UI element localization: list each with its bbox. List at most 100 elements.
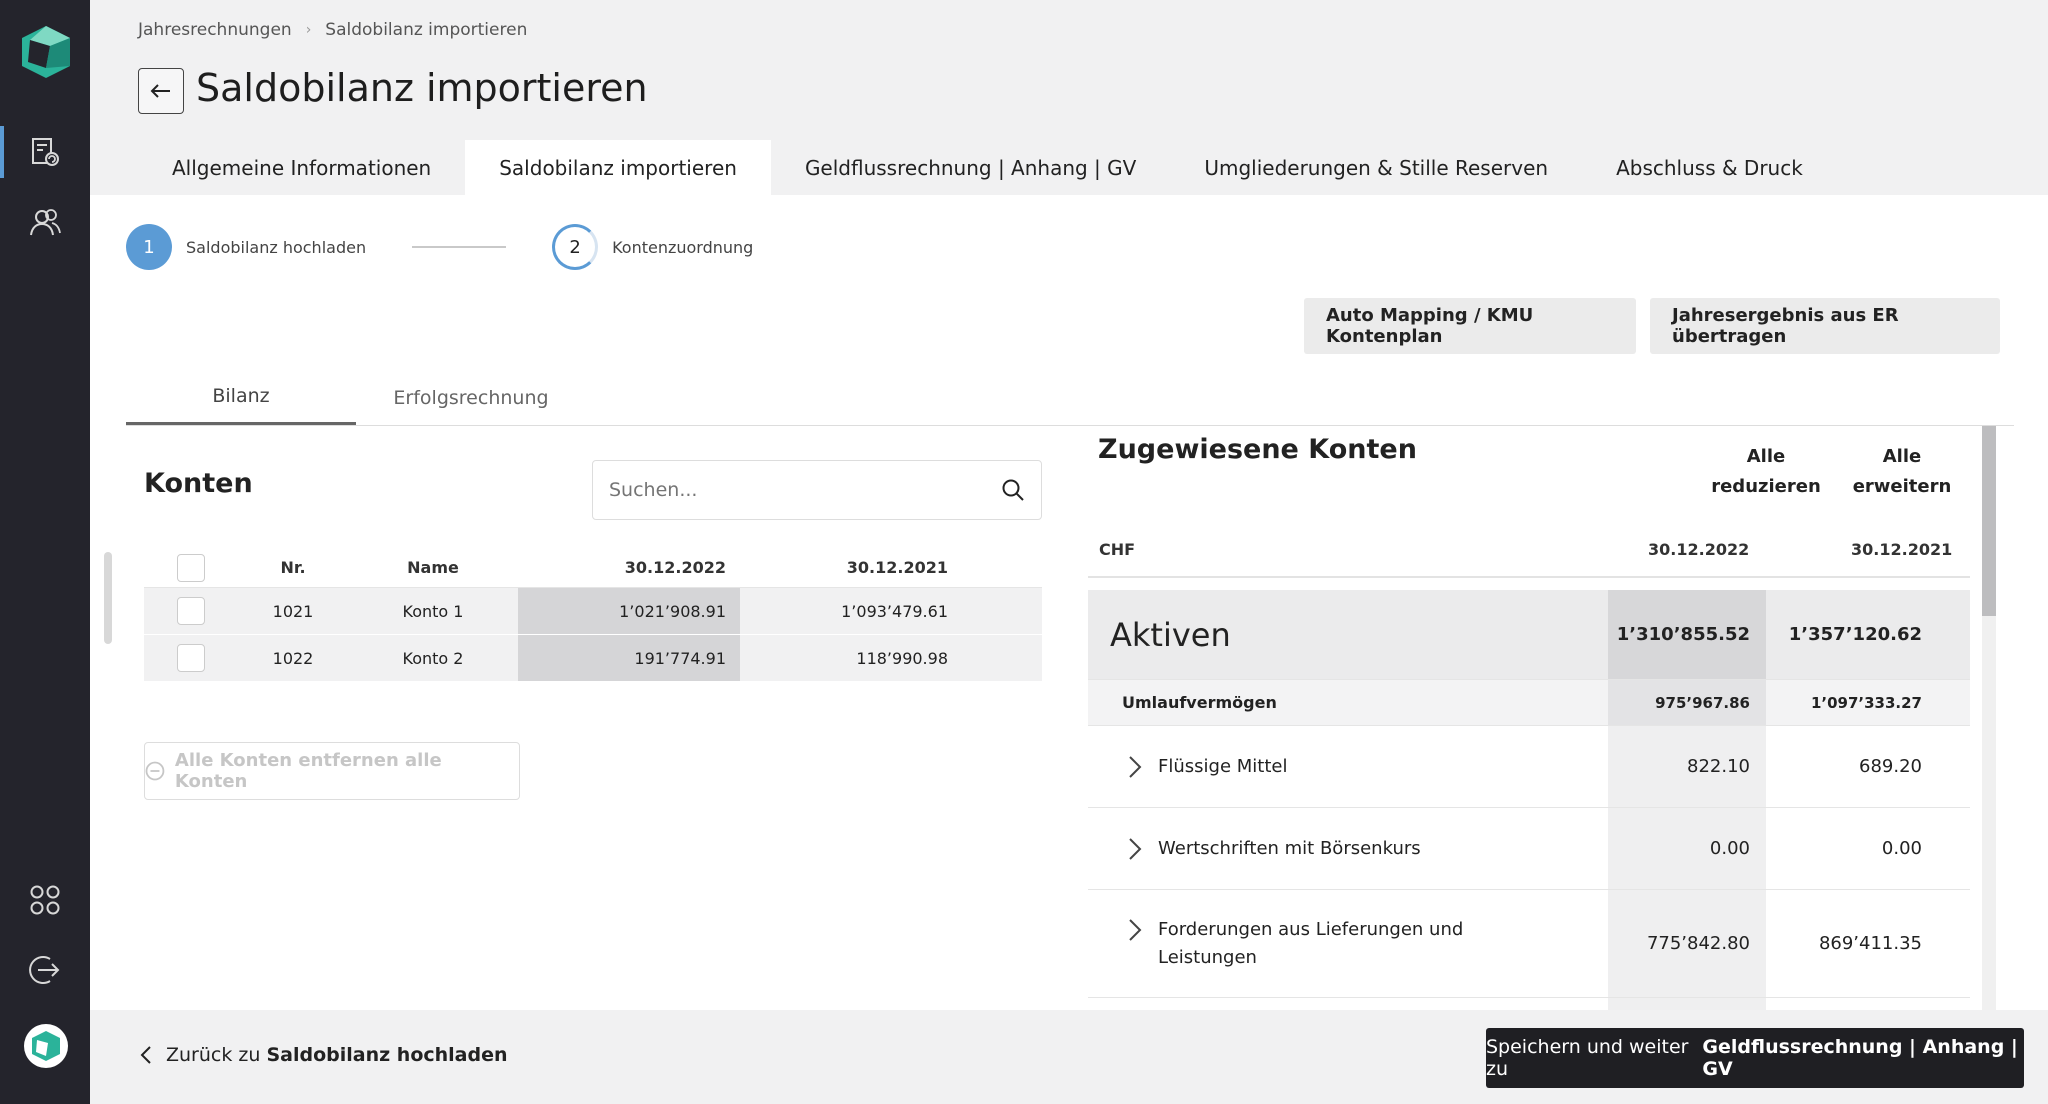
item-2021: 869’411.35 — [1818, 933, 1922, 954]
expand-all-button[interactable]: Alle erweitern — [1852, 442, 1952, 502]
tab-umgliederungen[interactable]: Umgliederungen & Stille Reserven — [1170, 140, 1582, 196]
reports-icon — [32, 138, 59, 166]
right-scrollbar-thumb[interactable] — [1982, 426, 1996, 616]
auto-mapping-button[interactable]: Auto Mapping / KMU Kontenplan — [1304, 298, 1636, 354]
konten-table: Nr. Name 30.12.2022 30.12.2021 1021 Kont… — [144, 548, 1042, 682]
tab-geldflussrechnung[interactable]: Geldflussrechnung | Anhang | GV — [771, 140, 1170, 196]
sidebar-item-logout[interactable] — [0, 938, 90, 1002]
aktiven-row: Aktiven 1’310’855.52 1’357’120.62 — [1088, 590, 1970, 680]
breadcrumb-item-current: Saldobilanz importieren — [325, 20, 528, 40]
chevron-right-icon[interactable] — [1128, 837, 1142, 861]
cell-name: Konto 2 — [402, 648, 464, 668]
list-item — [1088, 998, 1970, 1010]
step-2-label: Kontenzuordnung — [612, 237, 754, 257]
next-prefix: Speichern und weiter zu — [1486, 1036, 1689, 1080]
header-divider — [1088, 576, 1970, 578]
assigned-accounts-list: Aktiven 1’310’855.52 1’357’120.62 Umlauf… — [1088, 590, 1970, 1010]
sub-tabs: Bilanz Erfolgsrechnung — [126, 370, 2014, 426]
sub-tab-erfolgsrechnung[interactable]: Erfolgsrechnung — [356, 370, 586, 425]
cell-2021: 118’990.98 — [856, 648, 948, 668]
list-item[interactable]: Wertschriften mit Börsenkurs 0.00 0.00 — [1088, 808, 1970, 890]
table-row[interactable]: 1022 Konto 2 191’774.91 118’990.98 — [144, 635, 1042, 681]
step-connector — [412, 246, 507, 248]
cell-2022: 191’774.91 — [518, 635, 740, 681]
sidebar-item-users[interactable] — [0, 190, 90, 254]
umlauf-2021: 1’097’333.27 — [1810, 693, 1922, 712]
row-checkbox[interactable] — [177, 644, 205, 672]
umlaufvermoegen-row: Umlaufvermögen 975’967.86 1’097’333.27 — [1088, 680, 1970, 726]
breadcrumb: Jahresrechnungen › Saldobilanz importier… — [138, 20, 527, 40]
item-label: Forderungen aus Lieferungen und Leistung… — [1158, 918, 1464, 968]
search-input[interactable] — [609, 479, 979, 501]
item-2022: 775’842.80 — [1608, 890, 1766, 997]
col-2021-head: 30.12.2021 — [1851, 540, 1953, 559]
remove-all-label: Alle Konten entfernen alle Konten — [174, 750, 442, 792]
back-link-target: Saldobilanz hochladen — [266, 1044, 508, 1066]
logout-icon — [29, 956, 60, 984]
avatar[interactable] — [24, 1024, 68, 1068]
col-name: Name — [407, 558, 459, 577]
tab-saldobilanz-importieren[interactable]: Saldobilanz importieren — [465, 140, 771, 196]
sidebar-item-apps[interactable] — [0, 868, 90, 932]
jahresergebnis-button[interactable]: Jahresergebnis aus ER übertragen — [1650, 298, 2000, 354]
currency-label: CHF — [1099, 540, 1136, 559]
right-scrollbar[interactable] — [1982, 426, 1996, 1010]
breadcrumb-item-jahresrechnungen[interactable]: Jahresrechnungen — [138, 20, 292, 40]
aktiven-2022: 1’310’855.52 — [1608, 590, 1766, 679]
item-label: Flüssige Mittel — [1158, 755, 1288, 777]
col-nr: Nr. — [280, 558, 306, 577]
sidebar-item-reports[interactable] — [0, 120, 90, 184]
cell-name: Konto 1 — [402, 601, 464, 621]
chevron-right-icon[interactable] — [1128, 755, 1142, 779]
list-item[interactable]: Forderungen aus Lieferungen und Leistung… — [1088, 890, 1970, 998]
row-checkbox[interactable] — [177, 597, 205, 625]
select-all-checkbox[interactable] — [177, 553, 205, 582]
search-icon[interactable] — [1001, 478, 1025, 502]
konten-title: Konten — [144, 468, 253, 499]
reduce-all-line1: Alle — [1746, 446, 1786, 467]
chevron-right-icon[interactable] — [1128, 918, 1142, 942]
umlauf-2022: 975’967.86 — [1608, 680, 1766, 725]
col-2022: 30.12.2022 — [624, 558, 726, 577]
search-box — [592, 460, 1042, 520]
table-row[interactable]: 1021 Konto 1 1’021’908.91 1’093’479.61 — [144, 588, 1042, 634]
cell-2022: 1’021’908.91 — [518, 588, 740, 634]
col-2022-head: 30.12.2022 — [1648, 540, 1750, 559]
item-label: Wertschriften mit Börsenkurs — [1158, 837, 1421, 859]
avatar-logo-icon — [32, 1031, 60, 1061]
save-and-continue-button[interactable]: Speichern und weiter zu Geldflussrechnun… — [1486, 1028, 2024, 1088]
sub-tab-bilanz[interactable]: Bilanz — [126, 370, 356, 425]
list-item[interactable]: Flüssige Mittel 822.10 689.20 — [1088, 726, 1970, 808]
item-2021: 689.20 — [1859, 756, 1922, 777]
aktiven-2021: 1’357’120.62 — [1788, 624, 1922, 645]
next-target: Geldflussrechnung | Anhang | GV — [1702, 1036, 2018, 1080]
item-2022: 822.10 — [1608, 726, 1766, 807]
users-icon — [30, 209, 61, 236]
item-2021: 0.00 — [1881, 838, 1922, 859]
back-to-upload-link[interactable]: Zurück zu Saldobilanz hochladen — [140, 1044, 508, 1066]
cell-nr: 1022 — [272, 648, 314, 668]
aktiven-label: Aktiven — [1110, 615, 1231, 654]
zugewiesene-konten-title: Zugewiesene Konten — [1098, 434, 1417, 465]
remove-all-button[interactable]: Alle Konten entfernen alle Konten — [144, 742, 520, 800]
step-1-circle[interactable]: 1 — [126, 224, 172, 270]
minus-circle-icon — [145, 761, 165, 781]
tab-allgemeine-informationen[interactable]: Allgemeine Informationen — [138, 140, 465, 196]
col-2021: 30.12.2021 — [846, 558, 948, 577]
reduce-all-button[interactable]: Alle reduzieren — [1700, 442, 1832, 502]
apps-icon — [30, 885, 60, 915]
back-link-prefix: Zurück zu — [166, 1044, 261, 1066]
step-1-label[interactable]: Saldobilanz hochladen — [186, 238, 366, 257]
back-arrow-icon — [150, 84, 170, 98]
logo-icon[interactable] — [20, 24, 72, 80]
expand-all-line1: Alle — [1882, 446, 1922, 467]
cell-2021: 1’093’479.61 — [841, 601, 948, 621]
main-tabs: Allgemeine Informationen Saldobilanz imp… — [138, 140, 1837, 196]
page-title: Saldobilanz importieren — [196, 66, 648, 110]
cell-nr: 1021 — [272, 601, 314, 621]
stepper: 1 Saldobilanz hochladen 2 Kontenzuordnun… — [126, 224, 753, 270]
konten-table-header: Nr. Name 30.12.2022 30.12.2021 — [144, 548, 1042, 588]
back-button[interactable] — [138, 68, 184, 114]
tab-abschluss-druck[interactable]: Abschluss & Druck — [1582, 140, 1837, 196]
left-scrollbar[interactable] — [104, 552, 112, 644]
